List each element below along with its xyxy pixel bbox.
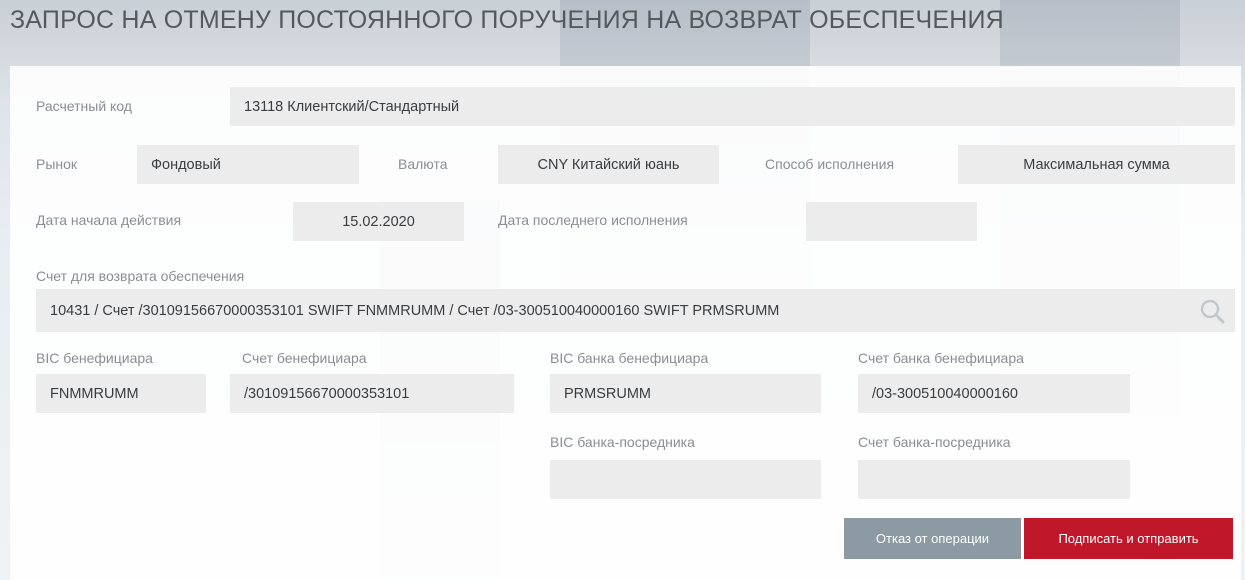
settlement-code-field[interactable]: 13118 Клиентский/Стандартный — [230, 87, 1235, 126]
execution-method-label: Способ исполнения — [765, 156, 895, 172]
sign-and-send-button[interactable]: Подписать и отправить — [1024, 518, 1233, 559]
return-account-value: 10431 / Счет /30109156670000353101 SWIFT… — [50, 302, 780, 319]
search-icon[interactable] — [1199, 298, 1225, 324]
return-account-field[interactable]: 10431 / Счет /30109156670000353101 SWIFT… — [36, 289, 1235, 332]
market-field[interactable]: Фондовый — [137, 145, 359, 184]
currency-label: Валюта — [398, 156, 448, 172]
start-date-label: Дата начала действия — [36, 212, 182, 228]
return-account-label: Счет для возврата обеспечения — [36, 268, 245, 284]
beneficiary-bic-label: BIC бенефициара — [36, 350, 153, 366]
beneficiary-account-field[interactable]: /30109156670000353101 — [230, 374, 514, 413]
beneficiary-bic-field[interactable]: FNMMRUMM — [36, 374, 206, 413]
intermediary-bank-bic-field[interactable] — [550, 460, 821, 499]
last-execution-date-label: Дата последнего исполнения — [498, 212, 688, 228]
market-label: Рынок — [36, 156, 78, 172]
cancel-operation-button[interactable]: Отказ от операции — [844, 518, 1021, 559]
beneficiary-bank-account-field[interactable]: /03-300510040000160 — [858, 374, 1130, 413]
intermediary-bank-account-label: Счет банка-посредника — [858, 434, 1011, 450]
beneficiary-account-label: Счет бенефициара — [242, 350, 367, 366]
beneficiary-bank-bic-label: BIC банка бенефициара — [550, 350, 709, 366]
intermediary-bank-bic-label: BIC банка-посредника — [550, 434, 695, 450]
start-date-field[interactable]: 15.02.2020 — [293, 202, 464, 241]
execution-method-field[interactable]: Максимальная сумма — [958, 145, 1235, 184]
currency-field[interactable]: CNY Китайский юань — [498, 145, 719, 184]
last-execution-date-field[interactable] — [806, 202, 977, 241]
beneficiary-bank-bic-field[interactable]: PRMSRUMM — [550, 374, 821, 413]
settlement-code-label: Расчетный код — [36, 98, 132, 114]
intermediary-bank-account-field[interactable] — [858, 460, 1130, 499]
beneficiary-bank-account-label: Счет банка бенефициара — [858, 350, 1024, 366]
page-title: ЗАПРОС НА ОТМЕНУ ПОСТОЯННОГО ПОРУЧЕНИЯ Н… — [10, 6, 1004, 34]
